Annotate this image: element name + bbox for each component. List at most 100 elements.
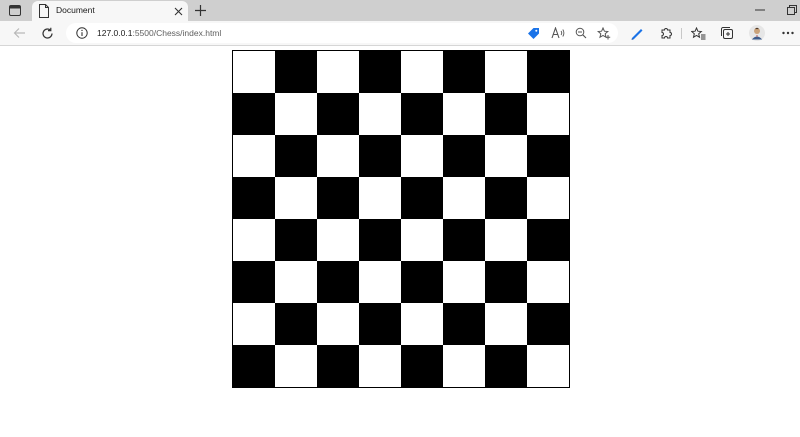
board-square xyxy=(401,345,443,387)
minimize-icon xyxy=(755,9,765,11)
board-square xyxy=(275,93,317,135)
profile-button[interactable] xyxy=(748,24,766,42)
board-square xyxy=(443,261,485,303)
back-button[interactable] xyxy=(10,24,28,42)
puzzle-icon xyxy=(661,28,672,39)
board-square xyxy=(527,177,569,219)
zoom-out-button[interactable] xyxy=(574,26,588,40)
board-square xyxy=(485,345,527,387)
tab-actions-button[interactable] xyxy=(5,2,25,19)
new-tab-button[interactable] xyxy=(192,2,208,18)
tab-document[interactable]: Document xyxy=(32,1,188,21)
url-path: :5500/Chess/index.html xyxy=(132,28,222,38)
board-square xyxy=(527,345,569,387)
board-square xyxy=(275,219,317,261)
page-icon xyxy=(39,4,49,18)
board-square xyxy=(485,51,527,93)
plus-icon xyxy=(194,4,206,16)
refresh-icon xyxy=(41,27,53,39)
collections-icon xyxy=(721,27,733,39)
board-square xyxy=(317,261,359,303)
board-square xyxy=(527,51,569,93)
board-square xyxy=(527,303,569,345)
add-favorite-button[interactable] xyxy=(597,26,611,40)
info-icon[interactable] xyxy=(76,27,88,39)
board-square xyxy=(317,135,359,177)
restore-button[interactable] xyxy=(784,2,800,18)
board-square xyxy=(485,177,527,219)
board-square xyxy=(443,135,485,177)
refresh-button[interactable] xyxy=(38,24,56,42)
board-square xyxy=(233,135,275,177)
chess-board xyxy=(232,50,570,388)
tab-actions-icon xyxy=(9,5,21,16)
star-plus-icon xyxy=(597,26,611,39)
board-square xyxy=(485,261,527,303)
board-square xyxy=(359,177,401,219)
board-square xyxy=(317,303,359,345)
board-square xyxy=(401,303,443,345)
board-square xyxy=(275,135,317,177)
tab-title: Document xyxy=(56,5,95,15)
browser-toolbar: 127.0.0.1:5500/Chess/index.html xyxy=(0,21,800,46)
tab-close-button[interactable] xyxy=(172,5,184,17)
url-text[interactable]: 127.0.0.1:5500/Chess/index.html xyxy=(97,28,221,38)
avatar xyxy=(749,25,765,41)
board-square xyxy=(359,345,401,387)
settings-menu-button[interactable] xyxy=(779,24,797,42)
board-square xyxy=(317,177,359,219)
copilot-pen-button[interactable] xyxy=(628,24,646,42)
board-square xyxy=(233,345,275,387)
board-square xyxy=(527,135,569,177)
board-square xyxy=(527,93,569,135)
favorites-button[interactable] xyxy=(689,24,707,42)
toolbar-divider xyxy=(681,28,682,39)
tab-strip: Document xyxy=(0,0,800,21)
board-square xyxy=(527,261,569,303)
board-square xyxy=(485,93,527,135)
close-icon xyxy=(174,7,182,15)
back-arrow-icon xyxy=(13,28,25,38)
tag-icon xyxy=(527,27,539,39)
board-square xyxy=(233,93,275,135)
board-square xyxy=(485,135,527,177)
more-options-icon xyxy=(782,31,794,35)
board-square xyxy=(359,219,401,261)
board-square xyxy=(317,219,359,261)
board-square xyxy=(443,51,485,93)
board-square xyxy=(317,345,359,387)
board-square xyxy=(443,177,485,219)
shopping-tag-button[interactable] xyxy=(526,26,540,40)
board-square xyxy=(401,177,443,219)
pen-icon xyxy=(631,29,643,40)
board-square xyxy=(401,219,443,261)
board-square xyxy=(275,303,317,345)
url-host: 127.0.0.1 xyxy=(97,28,133,38)
board-square xyxy=(359,303,401,345)
board-square xyxy=(443,219,485,261)
restore-icon xyxy=(787,5,797,15)
board-square xyxy=(485,219,527,261)
board-square xyxy=(233,51,275,93)
board-square xyxy=(233,177,275,219)
board-square xyxy=(233,261,275,303)
board-square xyxy=(485,303,527,345)
board-square xyxy=(401,135,443,177)
extensions-button[interactable] xyxy=(657,24,675,42)
board-square xyxy=(359,135,401,177)
board-square xyxy=(317,51,359,93)
zoom-out-icon xyxy=(575,27,587,39)
collections-button[interactable] xyxy=(718,24,736,42)
board-square xyxy=(527,219,569,261)
board-square xyxy=(233,219,275,261)
read-aloud-icon xyxy=(551,27,565,39)
address-bar[interactable]: 127.0.0.1:5500/Chess/index.html xyxy=(66,23,618,43)
board-square xyxy=(275,177,317,219)
read-aloud-button[interactable] xyxy=(551,26,565,40)
board-square xyxy=(359,51,401,93)
board-square xyxy=(401,261,443,303)
board-square xyxy=(317,93,359,135)
minimize-button[interactable] xyxy=(752,2,768,18)
board-square xyxy=(401,51,443,93)
board-square xyxy=(275,261,317,303)
